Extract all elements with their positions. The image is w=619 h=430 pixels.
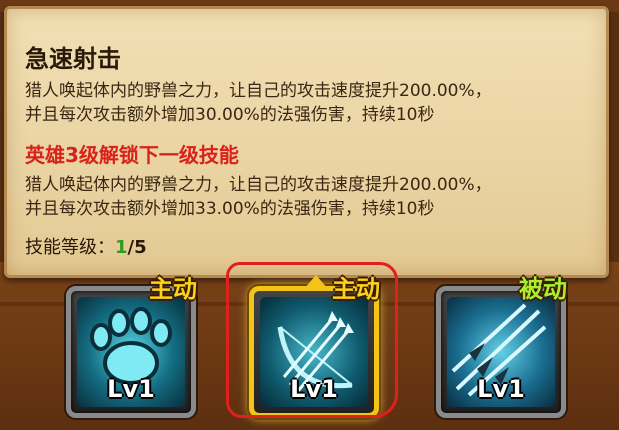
skill-title: 急速射击 <box>25 45 121 73</box>
description-line: 猎人唤起体内的野兽之力，让自己的攻击速度提升200.00%， <box>25 175 492 195</box>
skill-level-max: 5 <box>134 237 147 258</box>
passive-skill-badge: 被动 <box>519 275 567 303</box>
skill-level-current: 1 <box>115 237 128 258</box>
next-skill-description: 猎人唤起体内的野兽之力，让自己的攻击速度提升200.00%， 并且每次攻击额外增… <box>25 173 605 221</box>
active-skill-badge: 主动 <box>149 275 197 303</box>
current-skill-description: 猎人唤起体内的野兽之力，让自己的攻击速度提升200.00%， 并且每次攻击额外增… <box>25 79 605 127</box>
skill-level-label: 技能等级： <box>25 237 115 258</box>
skill-level-label: Lv1 <box>477 375 525 403</box>
skill-level-label: Lv1 <box>107 375 155 403</box>
skill-tooltip: 急速射击 猎人唤起体内的野兽之力，让自己的攻击速度提升200.00%， 并且每次… <box>4 6 609 278</box>
skill-slot-1[interactable]: 主动 Lv1 <box>66 275 197 418</box>
skill-level-row: 技能等级：1/5 <box>25 233 147 259</box>
skill-slot-3[interactable]: 被动 Lv1 <box>436 275 567 418</box>
description-line: 猎人唤起体内的野兽之力，让自己的攻击速度提升200.00%， <box>25 81 492 101</box>
annotation-circle <box>226 262 398 418</box>
unlock-heading: 英雄3级解锁下一级技能 <box>25 143 239 167</box>
description-line: 并且每次攻击额外增加30.00%的法强伤害，持续10秒 <box>25 105 435 125</box>
description-line: 并且每次攻击额外增加33.00%的法强伤害，持续10秒 <box>25 199 435 219</box>
